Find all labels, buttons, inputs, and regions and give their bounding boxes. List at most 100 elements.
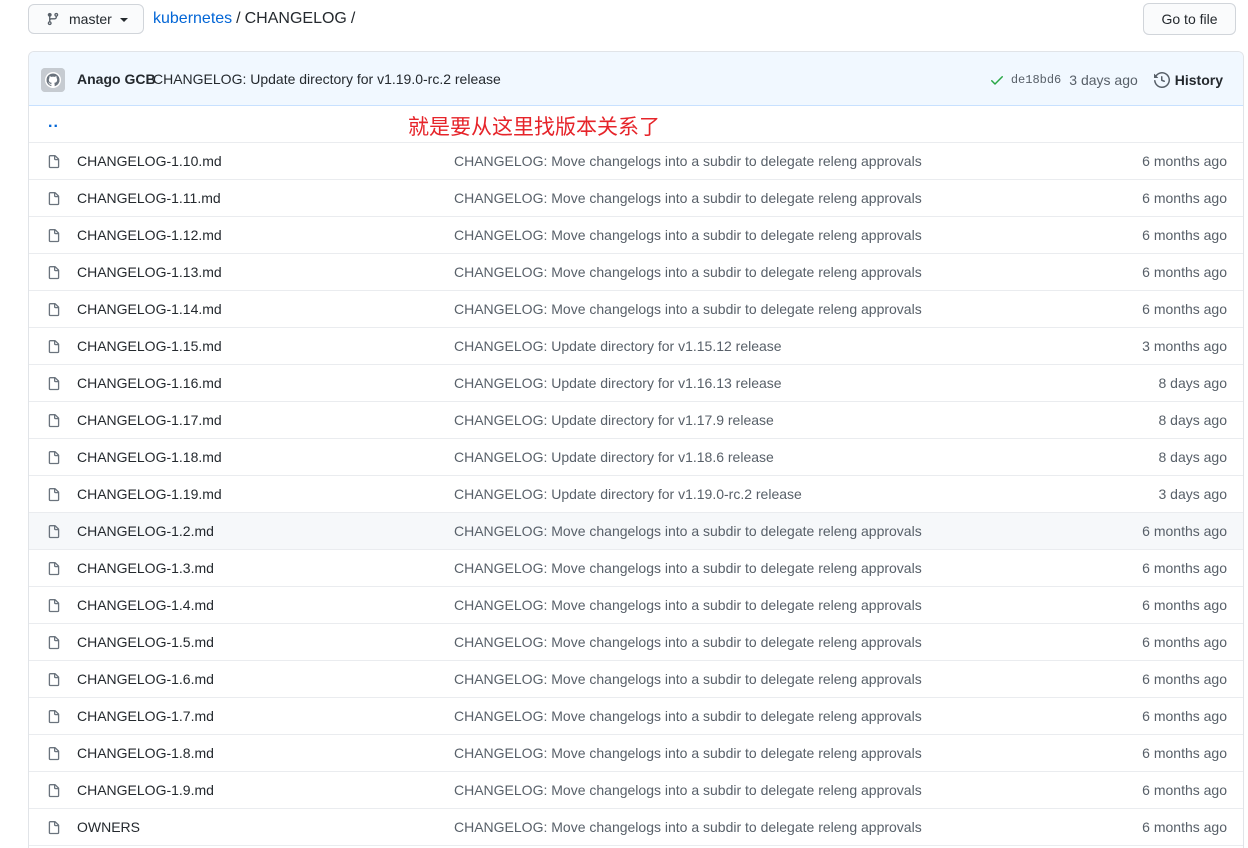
breadcrumb-trailing-separator: / xyxy=(350,10,356,27)
file-commit-message-link[interactable]: CHANGELOG: Move changelogs into a subdir… xyxy=(454,634,922,650)
file-name-link[interactable]: CHANGELOG-1.15.md xyxy=(77,338,222,354)
commit-sha-link[interactable]: de18bd6 xyxy=(1011,73,1061,87)
file-name-link[interactable]: CHANGELOG-1.10.md xyxy=(77,153,222,169)
file-commit-message-link[interactable]: CHANGELOG: Update directory for v1.15.12… xyxy=(454,338,782,354)
file-commit-message-link[interactable]: CHANGELOG: Move changelogs into a subdir… xyxy=(454,671,922,687)
file-commit-age: 6 months ago xyxy=(1142,782,1227,798)
file-row[interactable]: CHANGELOG-1.15.md CHANGELOG: Update direc… xyxy=(29,328,1243,365)
file-commit-age: 6 months ago xyxy=(1142,190,1227,206)
file-commit-age: 6 months ago xyxy=(1142,301,1227,317)
file-icon xyxy=(47,228,61,244)
file-icon xyxy=(47,783,61,799)
file-commit-age: 6 months ago xyxy=(1142,597,1227,613)
file-name-link[interactable]: CHANGELOG-1.13.md xyxy=(77,264,222,280)
file-navigation-bar: master kubernetes / CHANGELOG / Go to file xyxy=(0,0,1248,42)
file-row[interactable]: CHANGELOG-1.16.md CHANGELOG: Update direc… xyxy=(29,365,1243,402)
file-row[interactable]: CHANGELOG-1.2.md CHANGELOG: Move changelo… xyxy=(29,513,1243,550)
file-row[interactable]: OWNERS CHANGELOG: Move changelogs into a … xyxy=(29,809,1243,846)
file-name-link[interactable]: CHANGELOG-1.12.md xyxy=(77,227,222,243)
file-name-link[interactable]: CHANGELOG-1.8.md xyxy=(77,745,214,761)
file-row[interactable]: CHANGELOG-1.13.md CHANGELOG: Move changel… xyxy=(29,254,1243,291)
file-commit-message-link[interactable]: CHANGELOG: Update directory for v1.17.9 … xyxy=(454,412,774,428)
file-name-link[interactable]: CHANGELOG-1.14.md xyxy=(77,301,222,317)
git-branch-icon xyxy=(46,12,60,26)
file-commit-message-link[interactable]: CHANGELOG: Move changelogs into a subdir… xyxy=(454,782,922,798)
file-row[interactable]: CHANGELOG-1.19.md CHANGELOG: Update direc… xyxy=(29,476,1243,513)
parent-directory-link[interactable]: .. xyxy=(48,114,59,132)
file-name-link[interactable]: CHANGELOG-1.11.md xyxy=(77,190,221,206)
commit-author-link[interactable]: Anago GCB xyxy=(77,71,156,87)
file-name-link[interactable]: CHANGELOG-1.3.md xyxy=(77,560,214,576)
file-name-link[interactable]: CHANGELOG-1.19.md xyxy=(77,486,222,502)
github-octocat-avatar xyxy=(41,68,65,92)
file-row[interactable]: CHANGELOG-1.10.md CHANGELOG: Move changel… xyxy=(29,143,1243,180)
file-commit-message-link[interactable]: CHANGELOG: Move changelogs into a subdir… xyxy=(454,153,922,169)
commit-meta: de18bd6 3 days ago History xyxy=(989,68,1223,92)
file-row[interactable]: CHANGELOG-1.6.md CHANGELOG: Move changelo… xyxy=(29,661,1243,698)
file-row[interactable]: CHANGELOG-1.5.md CHANGELOG: Move changelo… xyxy=(29,624,1243,661)
file-commit-age: 6 months ago xyxy=(1142,153,1227,169)
file-row[interactable]: CHANGELOG-1.17.md CHANGELOG: Update direc… xyxy=(29,402,1243,439)
file-icon xyxy=(47,524,61,540)
file-commit-message-link[interactable]: CHANGELOG: Update directory for v1.18.6 … xyxy=(454,449,774,465)
file-name-link[interactable]: CHANGELOG-1.17.md xyxy=(77,412,222,428)
file-name-link[interactable]: CHANGELOG-1.9.md xyxy=(77,782,214,798)
file-commit-message-link[interactable]: CHANGELOG: Move changelogs into a subdir… xyxy=(454,227,922,243)
file-icon xyxy=(47,709,61,725)
file-row[interactable]: CHANGELOG-1.18.md CHANGELOG: Update direc… xyxy=(29,439,1243,476)
go-to-file-button[interactable]: Go to file xyxy=(1143,3,1236,35)
history-label: History xyxy=(1174,72,1223,88)
file-commit-age: 6 months ago xyxy=(1142,523,1227,539)
file-row[interactable]: CHANGELOG-1.3.md CHANGELOG: Move changelo… xyxy=(29,550,1243,587)
file-commit-message-link[interactable]: CHANGELOG: Update directory for v1.19.0-… xyxy=(454,486,802,502)
file-commit-message-link[interactable]: CHANGELOG: Move changelogs into a subdir… xyxy=(454,745,922,761)
file-commit-message-link[interactable]: CHANGELOG: Move changelogs into a subdir… xyxy=(454,819,922,835)
file-row[interactable]: CHANGELOG-1.4.md CHANGELOG: Move changelo… xyxy=(29,587,1243,624)
file-name-link[interactable]: OWNERS xyxy=(77,819,140,835)
file-icon xyxy=(47,635,61,651)
file-name-link[interactable]: CHANGELOG-1.4.md xyxy=(77,597,214,613)
file-commit-message-link[interactable]: CHANGELOG: Move changelogs into a subdir… xyxy=(454,301,922,317)
file-name-link[interactable]: CHANGELOG-1.5.md xyxy=(77,634,214,650)
file-name-link[interactable]: CHANGELOG-1.7.md xyxy=(77,708,214,724)
file-commit-message-link[interactable]: CHANGELOG: Move changelogs into a subdir… xyxy=(454,523,922,539)
file-icon xyxy=(47,413,61,429)
breadcrumb-current-dir: CHANGELOG xyxy=(244,10,347,27)
check-icon[interactable] xyxy=(989,72,1005,88)
author-avatar[interactable] xyxy=(41,68,65,92)
file-icon xyxy=(47,154,61,170)
commit-message-link[interactable]: CHANGELOG: Update directory for v1.19.0-… xyxy=(153,71,501,87)
file-row[interactable]: CHANGELOG-1.12.md CHANGELOG: Move changel… xyxy=(29,217,1243,254)
red-annotation-text: 就是要从这里找版本关系了 xyxy=(408,115,660,139)
file-commit-age: 8 days ago xyxy=(1158,412,1228,428)
file-row[interactable]: CHANGELOG-1.11.md CHANGELOG: Move changel… xyxy=(29,180,1243,217)
file-row[interactable]: CHANGELOG-1.14.md CHANGELOG: Move changel… xyxy=(29,291,1243,328)
history-link[interactable]: History xyxy=(1153,72,1223,88)
file-icon xyxy=(47,561,61,577)
parent-directory-row[interactable]: .. 就是要从这里找版本关系了 xyxy=(29,106,1243,143)
file-commit-age: 3 days ago xyxy=(1158,486,1228,502)
file-commit-message-link[interactable]: CHANGELOG: Move changelogs into a subdir… xyxy=(454,264,922,280)
history-clock-icon xyxy=(1153,72,1170,88)
file-row[interactable]: CHANGELOG-1.8.md CHANGELOG: Move changelo… xyxy=(29,735,1243,772)
file-icon xyxy=(47,450,61,466)
file-commit-age: 6 months ago xyxy=(1142,671,1227,687)
file-name-link[interactable]: CHANGELOG-1.16.md xyxy=(77,375,222,391)
file-commit-age: 6 months ago xyxy=(1142,819,1227,835)
file-name-link[interactable]: CHANGELOG-1.6.md xyxy=(77,671,214,687)
file-commit-message-link[interactable]: CHANGELOG: Move changelogs into a subdir… xyxy=(454,190,922,206)
file-icon xyxy=(47,191,61,207)
breadcrumb: kubernetes / CHANGELOG / xyxy=(153,9,359,29)
file-icon xyxy=(47,302,61,318)
file-commit-message-link[interactable]: CHANGELOG: Move changelogs into a subdir… xyxy=(454,560,922,576)
file-commit-message-link[interactable]: CHANGELOG: Update directory for v1.16.13… xyxy=(454,375,782,391)
file-commit-message-link[interactable]: CHANGELOG: Move changelogs into a subdir… xyxy=(454,597,922,613)
file-name-link[interactable]: CHANGELOG-1.18.md xyxy=(77,449,222,465)
breadcrumb-repo-link[interactable]: kubernetes xyxy=(153,10,232,27)
file-icon xyxy=(47,376,61,392)
file-row[interactable]: CHANGELOG-1.9.md CHANGELOG: Move changelo… xyxy=(29,772,1243,809)
file-name-link[interactable]: CHANGELOG-1.2.md xyxy=(77,523,214,539)
file-row[interactable]: CHANGELOG-1.7.md CHANGELOG: Move changelo… xyxy=(29,698,1243,735)
branch-select-button[interactable]: master xyxy=(28,4,144,34)
file-commit-message-link[interactable]: CHANGELOG: Move changelogs into a subdir… xyxy=(454,708,922,724)
